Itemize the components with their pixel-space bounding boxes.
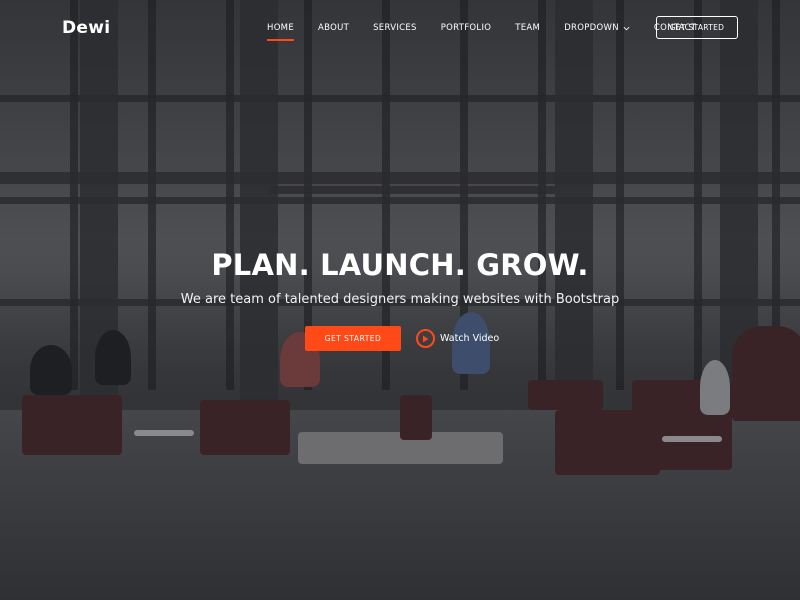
watch-video-link[interactable]: Watch Video (416, 329, 499, 348)
nav-item-portfolio[interactable]: PORTFOLIO (441, 17, 492, 39)
nav-item-team[interactable]: TEAM (515, 17, 540, 39)
play-circle-icon[interactable] (416, 329, 435, 348)
sofa-back (400, 395, 432, 440)
nav-item-home[interactable]: HOME (267, 17, 294, 41)
hero-actions: GET STARTED Watch Video (305, 326, 499, 351)
hero-title: PLAN. LAUNCH. GROW. (211, 248, 589, 282)
play-icon (423, 335, 429, 342)
site-header: Dewi HOME ABOUT SERVICES PORTFOLIO TEAM … (0, 0, 800, 56)
header-get-started-button[interactable]: GET STARTED (656, 16, 738, 39)
lounge-chair (732, 326, 800, 421)
pillar (555, 0, 593, 410)
pillar (240, 0, 278, 410)
lounge-chair (528, 380, 603, 410)
hero-get-started-button[interactable]: GET STARTED (305, 326, 401, 351)
window-beam (0, 172, 800, 184)
person-silhouette (95, 330, 131, 385)
nav-item-dropdown-label: DROPDOWN (564, 23, 619, 33)
lounge-chair (22, 395, 122, 455)
chevron-down-icon (623, 26, 630, 30)
person-silhouette (700, 360, 730, 415)
nav-item-about[interactable]: ABOUT (318, 17, 349, 39)
side-table (134, 430, 194, 436)
side-table (662, 436, 722, 442)
window-beam (270, 186, 555, 194)
person-silhouette (30, 345, 72, 395)
lounge-chair (200, 400, 290, 455)
brand-logo[interactable]: Dewi (62, 18, 110, 38)
nav-item-dropdown[interactable]: DROPDOWN (564, 17, 630, 39)
hero-subtitle: We are team of talented designers making… (180, 292, 620, 307)
nav-item-services[interactable]: SERVICES (373, 17, 417, 39)
watch-video-label: Watch Video (440, 333, 500, 344)
main-nav: HOME ABOUT SERVICES PORTFOLIO TEAM DROPD… (267, 0, 696, 56)
